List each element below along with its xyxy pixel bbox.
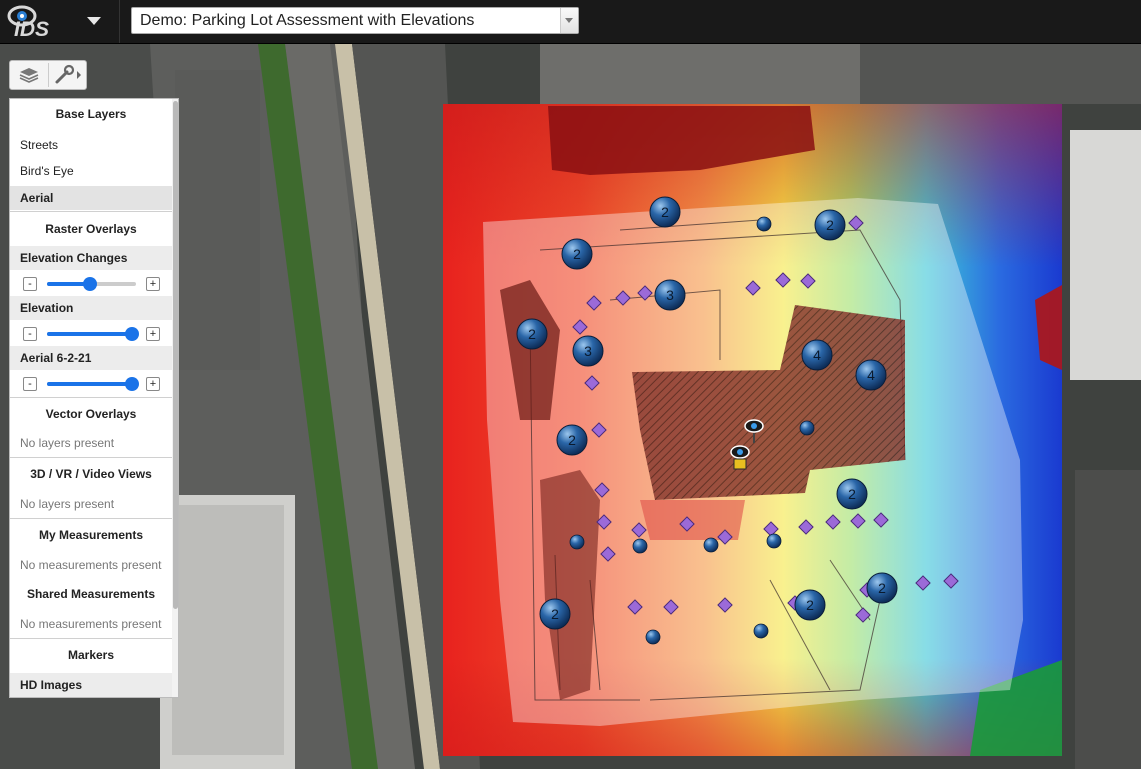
logo-text: IDS: [14, 18, 49, 38]
cluster-count: 2: [551, 606, 559, 622]
panel-divider: [10, 397, 172, 398]
base-layer-aerial[interactable]: Aerial: [10, 186, 172, 210]
opacity-decrease-button[interactable]: -: [23, 277, 37, 291]
opacity-increase-button[interactable]: +: [146, 327, 160, 341]
vector-overlays-empty: No layers present: [20, 436, 115, 450]
dropdown-arrow-icon[interactable]: [560, 8, 578, 33]
cluster-count: 2: [826, 217, 834, 233]
chevron-down-icon[interactable]: [86, 14, 102, 28]
cluster-count: 3: [666, 287, 674, 303]
layers-icon[interactable]: [10, 61, 48, 89]
vector-overlays-title: Vector Overlays: [45, 407, 137, 421]
views-empty: No layers present: [20, 497, 115, 511]
cluster-count: 2: [806, 597, 814, 613]
opacity-increase-button[interactable]: +: [146, 277, 160, 291]
project-select-value: Demo: Parking Lot Assessment with Elevat…: [140, 12, 475, 29]
cluster-marker[interactable]: 2: [649, 196, 681, 228]
panel-divider: [10, 518, 172, 519]
cluster-marker[interactable]: 2: [814, 209, 846, 241]
views-title: 3D / VR / Video Views: [30, 467, 152, 481]
cluster-count: 2: [661, 204, 669, 220]
my-measurements-empty: No measurements present: [20, 558, 162, 572]
base-layer-birds-eye[interactable]: Bird's Eye: [10, 161, 172, 181]
cluster-marker[interactable]: 2: [561, 238, 593, 270]
cluster-marker[interactable]: 2: [556, 424, 588, 456]
cluster-count: 2: [878, 580, 886, 596]
aerial-building-sw-roof: [172, 505, 284, 755]
panel-divider: [10, 457, 172, 458]
cluster-count: 2: [848, 486, 856, 502]
cluster-marker[interactable]: 3: [654, 279, 686, 311]
raster-overlays-title: Raster Overlays: [45, 222, 137, 236]
shared-measurements-empty: No measurements present: [20, 617, 162, 631]
cluster-count: 2: [573, 246, 581, 262]
map-toolbar: [9, 60, 87, 90]
opacity-slider[interactable]: [47, 327, 139, 341]
layers-panel: Base Layers Streets Bird's Eye Aerial Ra…: [9, 98, 179, 698]
cluster-count: 4: [867, 367, 875, 383]
project-select[interactable]: Demo: Parking Lot Assessment with Elevat…: [131, 7, 579, 34]
cluster-marker[interactable]: 4: [855, 359, 887, 391]
cluster-count: 2: [568, 432, 576, 448]
cluster-count: 4: [813, 347, 821, 363]
cluster-count: 3: [584, 343, 592, 359]
panel-scrollbar-thumb[interactable]: [173, 101, 178, 609]
raster-layer-elevation-changes[interactable]: Elevation Changes: [10, 246, 172, 270]
raster-layer-elevation[interactable]: Elevation: [10, 296, 172, 320]
header-divider: [119, 0, 120, 43]
cluster-count: 2: [528, 326, 536, 342]
opacity-decrease-button[interactable]: -: [23, 327, 37, 341]
opacity-increase-button[interactable]: +: [146, 377, 160, 391]
panel-divider: [10, 638, 172, 639]
cluster-marker[interactable]: 2: [539, 598, 571, 630]
cluster-marker[interactable]: 2: [794, 589, 826, 621]
ids-logo[interactable]: IDS: [6, 4, 76, 38]
panel-divider: [10, 211, 172, 212]
aerial-building-north: [540, 44, 860, 104]
opacity-slider[interactable]: [47, 277, 136, 291]
aerial-lot-ne: [860, 44, 1141, 104]
opacity-decrease-button[interactable]: -: [23, 377, 37, 391]
panel-scrollbar[interactable]: [172, 99, 178, 697]
top-bar: IDS Demo: Parking Lot Assessment with El…: [0, 0, 1141, 44]
wrench-icon[interactable]: [49, 61, 87, 89]
base-layer-streets[interactable]: Streets: [10, 135, 172, 155]
opacity-slider[interactable]: [47, 377, 139, 391]
markers-title: Markers: [67, 648, 115, 662]
aerial-building-east: [1070, 130, 1141, 380]
shared-measurements-title: Shared Measurements: [26, 587, 156, 601]
cluster-marker[interactable]: 4: [801, 339, 833, 371]
cluster-marker[interactable]: 2: [516, 318, 548, 350]
marker-layer-hd-images[interactable]: HD Images: [10, 673, 172, 697]
cluster-marker[interactable]: 3: [572, 335, 604, 367]
base-layers-title: Base Layers: [55, 107, 127, 121]
my-measurements-title: My Measurements: [38, 528, 144, 542]
cluster-marker[interactable]: 2: [866, 572, 898, 604]
cluster-marker[interactable]: 2: [836, 478, 868, 510]
aerial-building-nw: [175, 70, 260, 370]
raster-layer-aerial-date[interactable]: Aerial 6-2-21: [10, 346, 172, 370]
